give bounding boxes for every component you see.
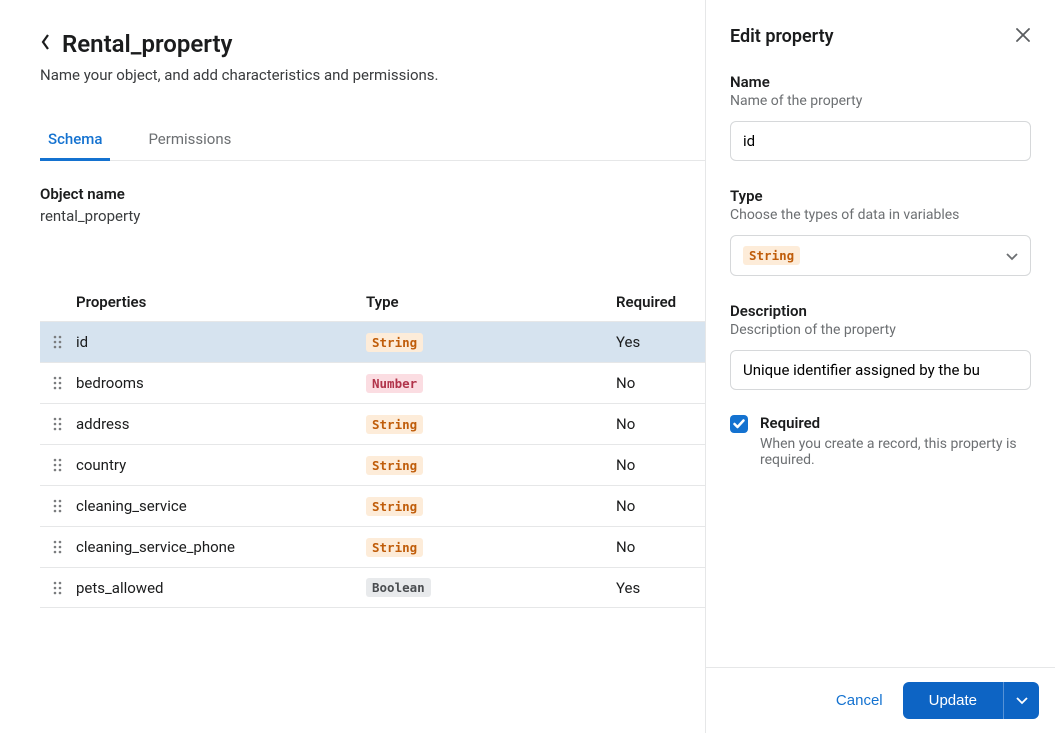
name-input[interactable] [730, 121, 1031, 161]
type-hint: Choose the types of data in variables [730, 207, 1031, 223]
table-row[interactable]: countryStringNo [40, 444, 705, 485]
col-required: Required [616, 293, 705, 311]
drag-handle-icon[interactable] [40, 540, 76, 554]
table-row[interactable]: cleaning_serviceStringNo [40, 485, 705, 526]
drag-handle-icon[interactable] [40, 417, 76, 431]
tab-schema[interactable]: Schema [40, 130, 110, 161]
type-label: Type [730, 187, 1031, 205]
back-button[interactable] [40, 33, 52, 55]
property-type: String [366, 415, 616, 434]
property-type: String [366, 538, 616, 557]
tab-permissions[interactable]: Permissions [140, 130, 239, 160]
drag-handle-icon[interactable] [40, 499, 76, 513]
tabs: Schema Permissions [40, 130, 705, 161]
chevron-down-icon [1006, 247, 1018, 265]
property-required: No [616, 538, 705, 556]
table-row[interactable]: pets_allowedBooleanYes [40, 567, 705, 608]
update-dropdown-button[interactable] [1003, 682, 1039, 719]
name-field-group: Name Name of the property [730, 73, 1031, 161]
property-name: bedrooms [76, 374, 366, 392]
drag-handle-icon[interactable] [40, 581, 76, 595]
object-name-value: rental_property [40, 207, 705, 225]
drag-handle-icon[interactable] [40, 458, 76, 472]
cancel-button[interactable]: Cancel [836, 692, 883, 709]
col-type: Type [366, 293, 616, 311]
property-name: cleaning_service_phone [76, 538, 366, 556]
description-input[interactable] [730, 350, 1031, 390]
table-row[interactable]: addressStringNo [40, 403, 705, 444]
property-name: pets_allowed [76, 579, 366, 597]
close-panel-button[interactable] [1015, 27, 1031, 47]
property-name: address [76, 415, 366, 433]
edit-property-panel: Edit property Name Name of the property … [705, 0, 1055, 733]
main-content: Rental_property Name your object, and ad… [0, 0, 705, 733]
table-row[interactable]: cleaning_service_phoneStringNo [40, 526, 705, 567]
required-hint: When you create a record, this property … [760, 436, 1031, 468]
panel-footer: Cancel Update [706, 667, 1055, 733]
update-button[interactable]: Update [903, 682, 1003, 719]
table-row[interactable]: bedroomsNumberNo [40, 362, 705, 403]
property-required: No [616, 415, 705, 433]
description-label: Description [730, 302, 1031, 320]
name-hint: Name of the property [730, 93, 1031, 109]
property-required: No [616, 497, 705, 515]
properties-table: Properties Type Required idStringYes bed… [40, 293, 705, 608]
name-label: Name [730, 73, 1031, 91]
property-required: No [616, 456, 705, 474]
panel-title: Edit property [730, 26, 834, 47]
drag-handle-icon[interactable] [40, 335, 76, 349]
type-select-value: String [743, 246, 800, 265]
property-name: cleaning_service [76, 497, 366, 515]
description-field-group: Description Description of the property [730, 302, 1031, 390]
required-checkbox[interactable] [730, 415, 748, 433]
type-field-group: Type Choose the types of data in variabl… [730, 187, 1031, 276]
required-label: Required [760, 414, 1031, 432]
type-select[interactable]: String [730, 235, 1031, 276]
drag-handle-icon[interactable] [40, 376, 76, 390]
property-type: Number [366, 374, 616, 393]
property-name: id [76, 333, 366, 351]
property-required: Yes [616, 333, 705, 351]
property-type: String [366, 456, 616, 475]
object-name-label: Object name [40, 185, 705, 203]
property-required: Yes [616, 579, 705, 597]
description-hint: Description of the property [730, 322, 1031, 338]
required-field-group: Required When you create a record, this … [730, 414, 1031, 468]
property-type: Boolean [366, 578, 616, 597]
page-title: Rental_property [62, 30, 232, 58]
property-type: String [366, 333, 616, 352]
page-subtitle: Name your object, and add characteristic… [40, 66, 705, 84]
col-properties: Properties [76, 293, 366, 311]
object-name-section: Object name rental_property [40, 185, 705, 225]
property-type: String [366, 497, 616, 516]
table-header: Properties Type Required [40, 293, 705, 321]
property-required: No [616, 374, 705, 392]
table-row[interactable]: idStringYes [40, 321, 705, 362]
property-name: country [76, 456, 366, 474]
